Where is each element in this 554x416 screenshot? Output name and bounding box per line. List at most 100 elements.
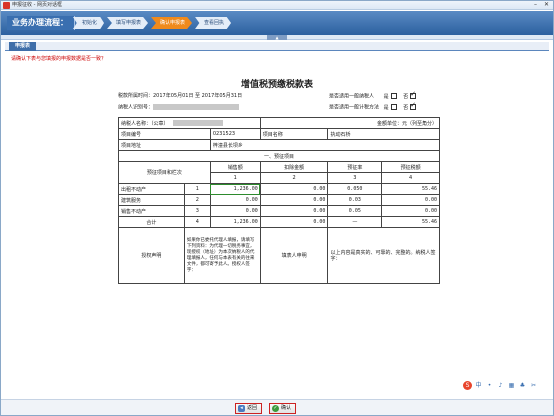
ime-chinese-icon[interactable]: 中: [474, 381, 483, 390]
total-deduct: 0.00: [259, 216, 329, 228]
row-no: 3: [183, 205, 211, 217]
minimize-icon[interactable]: –: [531, 1, 540, 8]
col-sales-header: 销售额: [209, 161, 261, 173]
taxpayer-id-row: 纳税人识别号：: [118, 104, 240, 112]
ime-toolbar: S 中 • ♪ ▦ ♣ ✂: [463, 381, 538, 390]
step-fill-form[interactable]: 填写申报表: [107, 17, 149, 29]
deduct-cell: 0.00: [259, 183, 329, 195]
general-method-yes-checkbox[interactable]: [390, 104, 397, 110]
row-name: 出租不动产: [118, 183, 185, 195]
general-method-row: 是否适用一般计税方法 是 否: [329, 102, 417, 112]
col-tax-header: 预征税额: [381, 161, 440, 173]
declare-text: 如果你已委托代理人填报，请填写下列资料：为代理一切税务事宜，现授权（地址）为本次…: [183, 227, 261, 284]
back-button[interactable]: ◂ 返回: [235, 403, 263, 414]
process-steps: 初始化 填写申报表 确认申报表 查看回执: [73, 17, 232, 29]
total-sales: 1,236.00: [209, 216, 261, 228]
tab-declaration-form[interactable]: 申报表: [9, 42, 37, 51]
no-label: 否: [403, 93, 409, 100]
unit-label: 金额单位：元（列至角分）: [259, 117, 441, 129]
project-name-value: 执动石桥: [327, 128, 440, 140]
project-no-value: 0231523: [209, 128, 261, 140]
section-title: 一、预征项目: [118, 150, 440, 162]
back-button-label: 返回: [247, 405, 258, 411]
tab-bar: 申报表: [5, 42, 549, 51]
sales-input[interactable]: 0.00: [209, 194, 261, 206]
step-view-receipt[interactable]: 查看回执: [195, 17, 232, 29]
tax-form-table: 纳税人名称：（公章） 金额单位：元（列至角分） 项目编号 0231523 项目名…: [118, 117, 441, 284]
project-addr-value: 梓潼县长坝乡: [209, 139, 441, 151]
table-row: 纳税人名称：（公章） 金额单位：元（列至角分）: [118, 117, 441, 129]
table-row: 销售不动产 3 0.00 0.00 0.05 0.00: [118, 205, 440, 217]
dialog-window: 申报征收 - 网页对话框 – ✕ 业务办理流程： 初始化 填写申报表 确认申报表…: [0, 0, 554, 416]
consolidated-row: 是否适用一般纳税人 是 否: [329, 91, 417, 101]
project-no-label: 项目编号: [118, 128, 211, 140]
row-no: 2: [183, 194, 211, 206]
taxpayer-name-redacted: [172, 120, 223, 126]
taxpayer-name-label: 纳税人名称：（公章）: [121, 120, 169, 127]
confirm-button-label: 确认: [281, 405, 292, 411]
project-addr-label: 项目地址: [118, 139, 211, 151]
col-num: 1: [209, 172, 261, 184]
yes-label: 是: [383, 93, 389, 100]
declare-label: 授权声明: [118, 227, 185, 284]
tax-period: 税款所属时间：2017年05月01日 至 2017年05月31日: [118, 93, 243, 99]
title-bar: 申报征收 - 网页对话框 – ✕: [1, 1, 553, 10]
ime-keyboard-icon[interactable]: ▦: [507, 381, 516, 390]
row-name: 建筑服务: [118, 194, 185, 206]
consolidated-yes-checkbox[interactable]: [390, 93, 397, 99]
consolidated-no-checkbox[interactable]: [410, 91, 417, 99]
sogou-logo-icon[interactable]: S: [463, 381, 472, 390]
table-row: 项目地址 梓潼县长坝乡: [118, 139, 441, 151]
col-item-header: 预征项目和栏次: [118, 161, 211, 184]
row-name: 销售不动产: [118, 205, 185, 217]
consolidated-label: 是否适用一般纳税人: [329, 93, 375, 100]
form-title: 增值税预缴税款表: [240, 80, 313, 90]
statement-text: 以上内容是真实的、可靠的、完整的。纳税人签字：: [327, 227, 440, 284]
sales-input[interactable]: 1,236.00: [209, 183, 261, 195]
confirm-button[interactable]: ✓ 确认: [269, 403, 297, 414]
table-row: 出租不动产 1 1,236.00 0.00 0.050 55.46: [118, 183, 440, 195]
total-tax: 55.46: [381, 216, 440, 228]
deduct-cell: 0.00: [259, 205, 329, 217]
filler-label: 填表人申明: [259, 227, 329, 284]
window-title: 申报征收 - 网页对话框: [12, 2, 62, 8]
general-method-no-checkbox[interactable]: [410, 102, 417, 110]
taxpayer-id-label: 纳税人识别号：: [118, 104, 154, 111]
tax-cell: 0.00: [381, 194, 440, 206]
total-rate: —: [327, 216, 383, 228]
process-bar: 业务办理流程： 初始化 填写申报表 确认申报表 查看回执: [1, 11, 553, 35]
col-deduct-header: 扣除金额: [259, 161, 329, 173]
table-row: 项目编号 0231523 项目名称 执动石桥: [118, 128, 440, 140]
table-row: 一、预征项目: [118, 150, 440, 162]
no-label-2: 否: [403, 104, 409, 111]
ime-voice-icon[interactable]: ♪: [496, 381, 505, 390]
yes-label-2: 是: [383, 104, 389, 111]
check-icon: ✓: [272, 405, 279, 412]
collapse-arrow-icon[interactable]: ▲: [267, 35, 287, 40]
col-num: 4: [381, 172, 440, 184]
rate-cell: 0.03: [327, 194, 383, 206]
collapse-bar[interactable]: ▲: [1, 35, 553, 40]
row-no: 1: [183, 183, 211, 195]
close-icon[interactable]: ✕: [542, 1, 551, 8]
col-rate-header: 预征率: [327, 161, 383, 173]
window-controls: – ✕: [531, 1, 551, 8]
rate-cell: 0.050: [327, 183, 383, 195]
step-confirm-form[interactable]: 确认申报表: [151, 17, 193, 29]
ime-punct-icon[interactable]: •: [485, 381, 494, 390]
app-icon: [3, 2, 10, 9]
total-label: 合计: [118, 216, 185, 228]
rate-cell: 0.05: [327, 205, 383, 217]
sales-input[interactable]: 0.00: [209, 205, 261, 217]
tax-cell: 55.46: [381, 183, 440, 195]
taxpayer-id-redacted: [153, 104, 240, 110]
general-method-label: 是否适用一般计税方法: [329, 104, 380, 111]
project-name-label: 项目名称: [259, 128, 329, 140]
col-num: 2: [259, 172, 329, 184]
col-num: 3: [327, 172, 383, 184]
ime-tools-icon[interactable]: ✂: [529, 381, 538, 390]
step-init[interactable]: 初始化: [73, 17, 105, 29]
ime-skin-icon[interactable]: ♣: [518, 381, 527, 390]
row-no: 4: [183, 216, 211, 228]
deduct-cell: 0.00: [259, 194, 329, 206]
